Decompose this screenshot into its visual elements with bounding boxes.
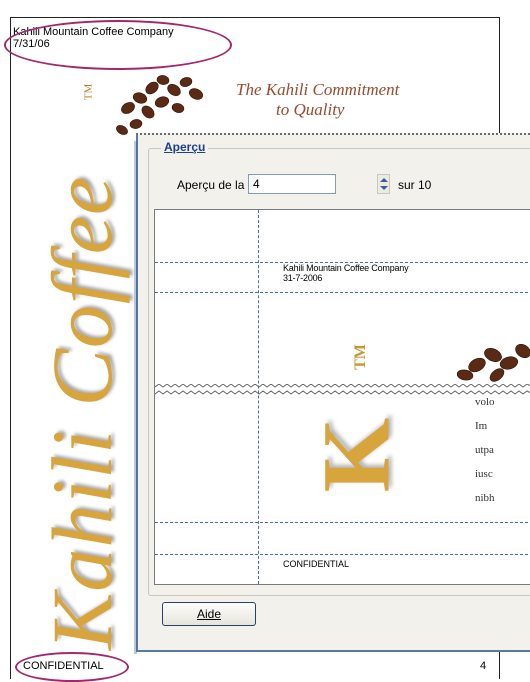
page-number-input[interactable] <box>248 174 336 194</box>
preview-body-line: iusc <box>475 468 493 480</box>
preview-group-label: Aperçu <box>161 140 209 154</box>
preview-body-line: utpa <box>475 444 494 456</box>
coffee-beans-image <box>116 75 203 135</box>
trademark-mark: TM <box>82 83 95 101</box>
preview-footer: CONFIDENTIAL <box>283 559 350 569</box>
header-highlight-ellipse <box>4 20 232 70</box>
page-spinner[interactable] <box>377 174 390 194</box>
page-preview-pane: Kahili Mountain Coffee Company 31-7-2006… <box>154 209 530 585</box>
preview-body-line: Im <box>475 420 488 432</box>
help-button[interactable]: Aide <box>162 602 256 626</box>
preview-header: Kahili Mountain Coffee Company 31-7-2006 <box>283 263 409 283</box>
preview-logo-letter: K <box>302 417 410 493</box>
spin-down-icon[interactable] <box>380 186 388 190</box>
preview-body-line: volo <box>475 396 495 408</box>
preview-trademark: TM <box>351 344 369 370</box>
kahili-coffee-logo: Kahili Coffee <box>34 175 130 650</box>
page-number: 4 <box>480 660 487 672</box>
preview-body-line: nibh <box>475 492 495 504</box>
page-break-tear <box>155 384 530 395</box>
margin-guide-bottom-1 <box>155 522 530 523</box>
preview-header-date: 31-7-2006 <box>283 273 323 283</box>
page-count-label: sur 10 <box>398 178 432 192</box>
preview-header-company: Kahili Mountain Coffee Company <box>283 263 409 273</box>
preview-dialog: Aperçu Aperçu de la page sur 10 Kahili M… <box>134 133 530 654</box>
tagline-line-1: The Kahili Commitment <box>236 80 400 99</box>
spin-up-icon[interactable] <box>380 178 388 182</box>
margin-guide-top-2 <box>155 292 530 293</box>
preview-body-text: volo Im utpa iusc nibh <box>475 390 495 510</box>
margin-guide-bottom-2 <box>155 554 530 555</box>
preview-coffee-beans <box>457 343 530 382</box>
tagline-line-2: to Quality <box>276 100 345 119</box>
tagline: The Kahili Commitment to Quality <box>218 80 458 120</box>
margin-guide-left <box>258 210 259 584</box>
